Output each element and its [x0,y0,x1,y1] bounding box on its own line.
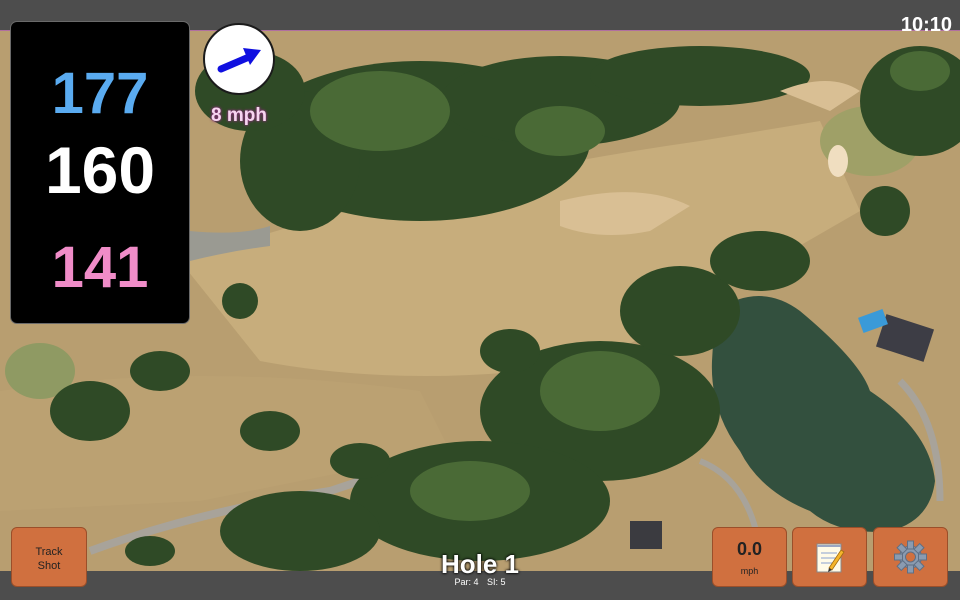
track-shot-button[interactable]: Track Shot [11,527,87,587]
middle-distance: 160 [44,133,156,207]
hole-par: Par: 4 [454,577,479,587]
hole-stroke-index: SI: 5 [487,577,506,587]
back-distance: 177 [51,61,149,126]
wind-direction-arrow-icon [217,48,261,73]
gear-icon [894,540,927,574]
wind-indicator [203,23,275,95]
clock: 10:10 [900,14,952,36]
front-distance: 141 [51,235,149,300]
hole-title: Hole 1 [440,549,520,579]
track-shot-label-line2: Shot [37,560,61,572]
track-shot-label-line1: Track [35,546,63,558]
speed-button[interactable]: 0.0 mph [712,527,787,587]
notes-button[interactable] [792,527,867,587]
wind-speed: 8 mph [211,105,267,126]
speed-unit: mph [740,566,759,576]
distance-panel: 177 160 141 [11,22,189,323]
hole-info: Par: 4 SI: 5 [400,577,560,587]
settings-button[interactable] [873,527,948,587]
speed-value: 0.0 [736,539,763,559]
notepad-icon [816,543,845,573]
